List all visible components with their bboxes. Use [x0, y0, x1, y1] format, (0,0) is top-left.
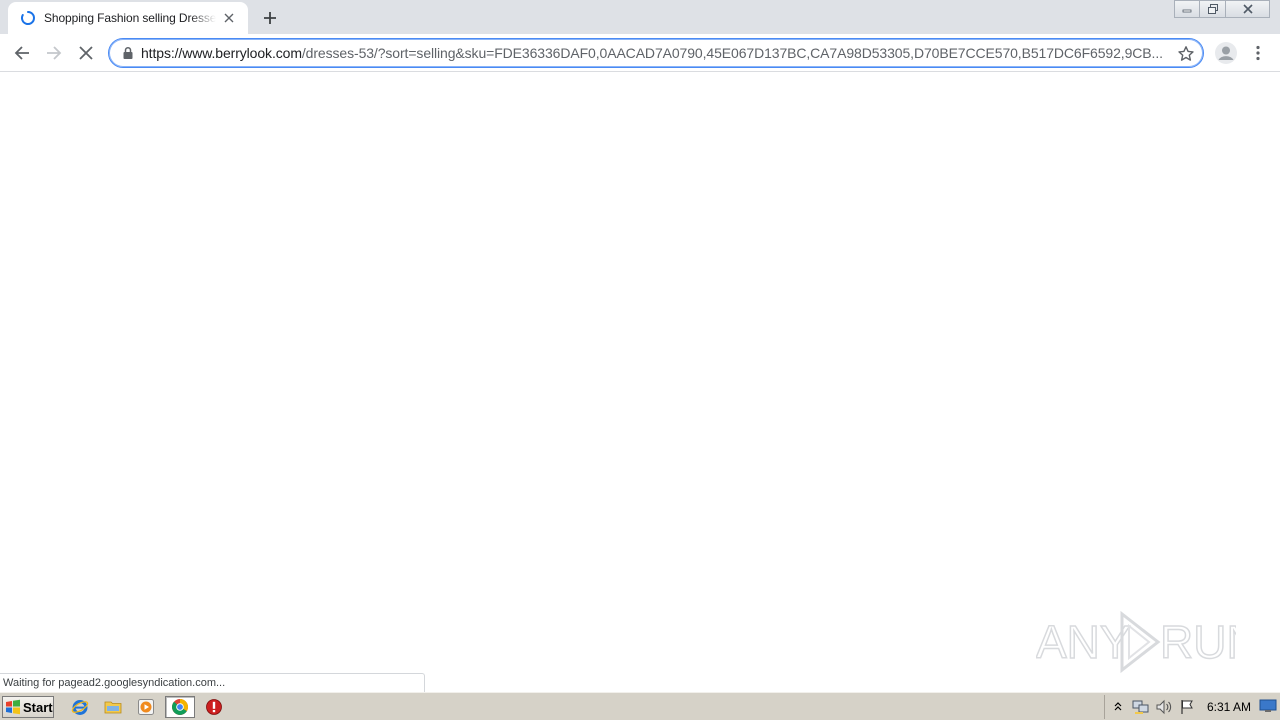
taskbar-internet-explorer[interactable]: [65, 696, 95, 718]
chrome-icon: [172, 699, 188, 715]
start-button[interactable]: Start: [2, 696, 54, 718]
taskbar-file-explorer[interactable]: [98, 696, 128, 718]
back-button[interactable]: [8, 39, 36, 67]
lock-icon[interactable]: [121, 46, 135, 60]
show-hidden-icons-arrow: [1114, 702, 1122, 711]
taskbar-clock[interactable]: 6:31 AM: [1207, 700, 1251, 714]
windows-logo-icon: [6, 699, 20, 715]
svg-text:RUN: RUN: [1160, 616, 1236, 668]
stop-sign-icon: [206, 699, 222, 715]
url-text[interactable]: https://www.berrylook.com/dresses-53/?so…: [141, 45, 1169, 61]
profile-avatar-icon[interactable]: [1214, 41, 1238, 65]
internet-explorer-icon: [71, 700, 89, 715]
page-viewport: Waiting for pagead2.googlesyndication.co…: [0, 72, 1280, 692]
tab-title: Shopping Fashion selling Dresses on: [44, 11, 216, 25]
arrow-left-icon: [14, 46, 29, 60]
url-path: /dresses-53/?sort=selling&sku=FDE36336DA…: [301, 45, 1163, 61]
desktop-monitor-icon: [1259, 699, 1277, 712]
action-center-flag-icon: [1181, 700, 1193, 714]
close-window-button[interactable]: [1226, 0, 1270, 18]
more-vertical-icon: [1256, 45, 1260, 61]
minimize-icon: [1182, 9, 1192, 13]
browser-menu-button[interactable]: [1246, 41, 1270, 65]
taskbar-stop-app[interactable]: [199, 696, 229, 718]
windows-taskbar: Start 6:31 AM: [0, 692, 1280, 720]
system-tray: [1104, 695, 1280, 719]
stop-loading-button[interactable]: [72, 39, 100, 67]
tab-strip: Shopping Fashion selling Dresses on: [0, 0, 1280, 34]
volume-icon: [1156, 699, 1172, 715]
start-label: Start: [23, 699, 53, 715]
window-controls: [1174, 0, 1270, 18]
bookmark-star-icon[interactable]: [1177, 45, 1195, 63]
file-explorer-icon: [104, 701, 122, 714]
taskbar-chrome[interactable]: [165, 696, 195, 718]
forward-button[interactable]: [40, 39, 68, 67]
network-tray-button[interactable]: [1131, 697, 1151, 717]
loading-spinner-icon: [21, 11, 35, 25]
plus-icon: [264, 12, 276, 24]
media-player-icon: [138, 699, 154, 715]
minimize-button[interactable]: [1174, 0, 1200, 18]
action-center-tray-button[interactable]: [1177, 697, 1197, 717]
close-icon: [1242, 4, 1253, 14]
browser-tab-active[interactable]: Shopping Fashion selling Dresses on: [8, 2, 248, 34]
url-host: https://www.berrylook.com: [141, 45, 302, 61]
address-bar[interactable]: https://www.berrylook.com/dresses-53/?so…: [108, 38, 1204, 68]
show-hidden-icons-button[interactable]: [1108, 697, 1128, 717]
taskbar-media-player[interactable]: [131, 696, 161, 718]
arrow-right-icon: [47, 46, 62, 60]
new-tab-button[interactable]: [258, 6, 282, 30]
browser-toolbar: https://www.berrylook.com/dresses-53/?so…: [0, 34, 1280, 72]
show-desktop-button[interactable]: [1258, 696, 1278, 716]
tab-close-icon[interactable]: [220, 9, 238, 27]
restore-button[interactable]: [1200, 0, 1226, 18]
network-icon: [1132, 700, 1149, 714]
svg-text:ANY: ANY: [1036, 616, 1131, 668]
volume-tray-button[interactable]: [1154, 697, 1174, 717]
restore-icon: [1207, 4, 1218, 14]
stop-x-icon: [79, 46, 93, 60]
status-bubble: Waiting for pagead2.googlesyndication.co…: [0, 673, 425, 692]
anyrun-watermark-logo: ANY RUN: [1036, 610, 1236, 674]
